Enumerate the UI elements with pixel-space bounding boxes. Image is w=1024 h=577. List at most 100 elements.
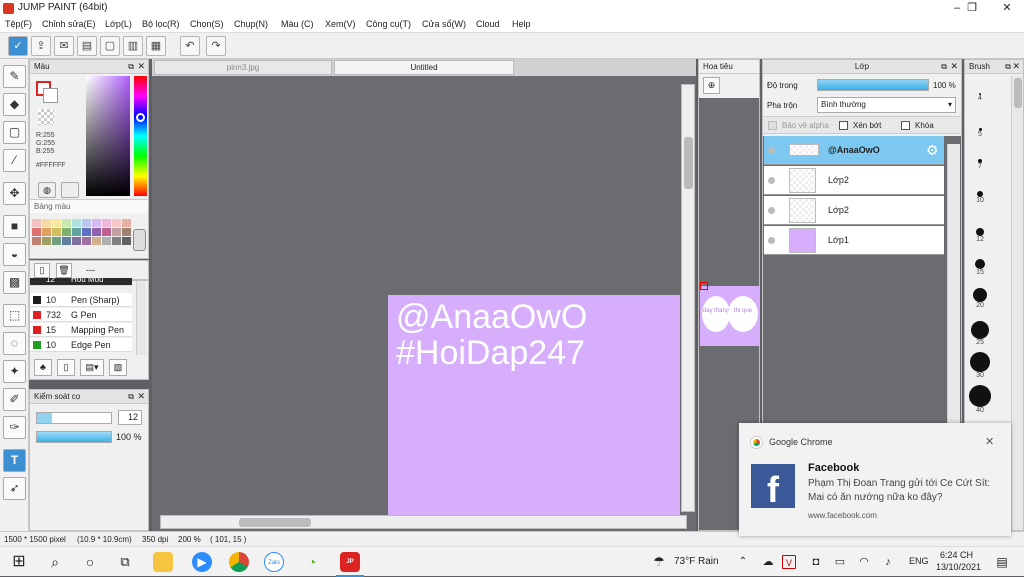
palette-swatch[interactable]: [62, 237, 71, 245]
magic-wand-tool-icon[interactable]: ✦: [3, 360, 26, 383]
redo-icon[interactable]: ↷: [206, 36, 226, 56]
palette-swatch[interactable]: [52, 237, 61, 245]
palette-swatch[interactable]: [112, 228, 121, 236]
page-icon[interactable]: ▥: [123, 36, 143, 56]
size-value[interactable]: 12: [118, 410, 142, 425]
comment-icon[interactable]: ▤: [77, 36, 97, 56]
float-icon[interactable]: ⧉: [941, 60, 947, 73]
hue-handle[interactable]: [136, 113, 145, 122]
layer-row-selected[interactable]: @AnaaOwO ⚙: [764, 136, 944, 165]
visibility-icon[interactable]: [768, 207, 775, 214]
grid-icon[interactable]: ▦: [146, 36, 166, 56]
palette-swatch[interactable]: [102, 228, 111, 236]
saturation-value-picker[interactable]: [86, 76, 130, 196]
undo-icon[interactable]: ↶: [180, 36, 200, 56]
weather-text[interactable]: 73°F Rain: [674, 556, 719, 567]
panel-close-icon[interactable]: ✕: [1012, 60, 1020, 73]
select-pen-tool-icon[interactable]: ✐: [3, 388, 26, 411]
text-tool-icon[interactable]: T: [3, 449, 26, 472]
clock-date[interactable]: 13/10/2021: [936, 562, 981, 572]
windows-start-icon[interactable]: ⊞: [10, 552, 28, 570]
brush-item[interactable]: 732 G Pen: [30, 308, 132, 322]
layer-row[interactable]: Lớp2: [764, 166, 944, 195]
horizontal-scrollbar[interactable]: [160, 515, 687, 529]
cortana-icon[interactable]: ○: [80, 552, 100, 572]
clock-time[interactable]: 6:24 CH: [940, 550, 973, 560]
palette-swatch[interactable]: [122, 219, 131, 227]
palette-swatch[interactable]: [112, 219, 121, 227]
menu-file[interactable]: Tệp(F): [5, 19, 32, 29]
canvas-document[interactable]: @AnaaOwO #HoiDap247: [388, 295, 680, 515]
brush-settings-icon[interactable]: ▧: [109, 359, 127, 376]
palette-swatch[interactable]: [42, 228, 51, 236]
transparent-color[interactable]: [38, 109, 54, 125]
cloud-icon[interactable]: ✓: [8, 36, 28, 56]
palette-swatch[interactable]: [72, 219, 81, 227]
antivirus-icon[interactable]: V: [782, 555, 796, 569]
select-eraser-tool-icon[interactable]: ✑: [3, 416, 26, 439]
panel-close-icon[interactable]: ✕: [137, 60, 145, 73]
visibility-icon[interactable]: [768, 147, 775, 154]
size-slider[interactable]: [36, 412, 112, 424]
palette-scrollbar[interactable]: [133, 229, 146, 251]
palette-swatch[interactable]: [122, 228, 131, 236]
visibility-icon[interactable]: [768, 237, 775, 244]
hue-slider[interactable]: [134, 76, 147, 196]
select-rect-tool-icon[interactable]: ▢: [3, 121, 26, 144]
brush-item-selected[interactable]: 12 Hou Mou: [30, 278, 132, 286]
operation-tool-icon[interactable]: ➶: [3, 477, 26, 500]
brush-menu-icon[interactable]: ▤▾: [80, 359, 104, 376]
chat-icon[interactable]: ✉: [54, 36, 74, 56]
menu-view[interactable]: Xem(V): [325, 19, 356, 29]
brush-size-dot[interactable]: [969, 385, 991, 407]
palette-swatch[interactable]: [42, 237, 51, 245]
brush-item[interactable]: 10 Pen (Sharp): [30, 293, 132, 307]
palette-swatch[interactable]: [122, 237, 131, 245]
jump-paint-taskbar-icon[interactable]: JP: [340, 552, 360, 572]
gradient-tool-icon[interactable]: ▩: [3, 271, 26, 294]
navigator-preview[interactable]: day thang thi que: [700, 286, 760, 346]
palette-swatch[interactable]: [112, 237, 121, 245]
move-tool-icon[interactable]: ✥: [3, 182, 26, 205]
palette-swatch[interactable]: [52, 219, 61, 227]
background-color[interactable]: [43, 88, 58, 103]
task-view-icon[interactable]: ⧉: [115, 552, 135, 572]
palette-swatch[interactable]: [32, 237, 41, 245]
menu-select[interactable]: Chọn(S): [190, 19, 224, 29]
close-button[interactable]: ✕: [990, 0, 1024, 17]
zalo-icon[interactable]: Zalo: [264, 552, 284, 572]
notification-center-icon[interactable]: ▤: [992, 552, 1012, 572]
palette-swatch[interactable]: [72, 228, 81, 236]
messenger-app-icon[interactable]: ◔: [302, 552, 322, 572]
tab-pinn3[interactable]: pinn3.jpg: [154, 60, 332, 75]
marquee-tool-icon[interactable]: ⬚: [3, 304, 26, 327]
notification-toast[interactable]: Google Chrome ✕ f Facebook Phạm Thị Đoan…: [739, 423, 1011, 536]
menu-window[interactable]: Cửa sổ(W): [422, 19, 466, 29]
palette-swatch[interactable]: [72, 237, 81, 245]
palette-swatch[interactable]: [82, 219, 91, 227]
color-mode-button[interactable]: [61, 182, 79, 198]
tab-untitled[interactable]: Untitled: [334, 60, 514, 75]
bucket-tool-icon[interactable]: ◒: [3, 243, 26, 266]
meet-icon[interactable]: ◘: [806, 552, 826, 572]
float-icon[interactable]: ⧉: [128, 60, 134, 73]
brush-size-dot[interactable]: [971, 321, 989, 339]
zoom-app-icon[interactable]: ▶: [192, 552, 212, 572]
maximize-button[interactable]: ❐: [955, 0, 989, 17]
palette-swatch[interactable]: [82, 237, 91, 245]
protect-alpha-checkbox[interactable]: [768, 121, 777, 130]
brush-item[interactable]: 15 Mapping Pen: [30, 323, 132, 337]
menu-help[interactable]: Help: [512, 19, 531, 29]
float-icon[interactable]: ⧉: [128, 390, 134, 403]
chevron-up-icon[interactable]: ⌃: [733, 552, 753, 572]
menu-edit[interactable]: Chỉnh sửa(E): [42, 19, 96, 29]
brush-add-icon[interactable]: ♣: [34, 359, 52, 376]
palette-swatch[interactable]: [52, 228, 61, 236]
brush-tool-icon[interactable]: ⁄: [3, 149, 26, 172]
eraser-tool-icon[interactable]: ◆: [3, 93, 26, 116]
onedrive-icon[interactable]: ☁: [758, 552, 778, 572]
brush-list-scrollbar[interactable]: [136, 281, 146, 355]
menu-tools[interactable]: Công cụ(T): [366, 19, 411, 29]
layer-opacity-slider[interactable]: [817, 79, 929, 91]
palette-swatch[interactable]: [62, 228, 71, 236]
